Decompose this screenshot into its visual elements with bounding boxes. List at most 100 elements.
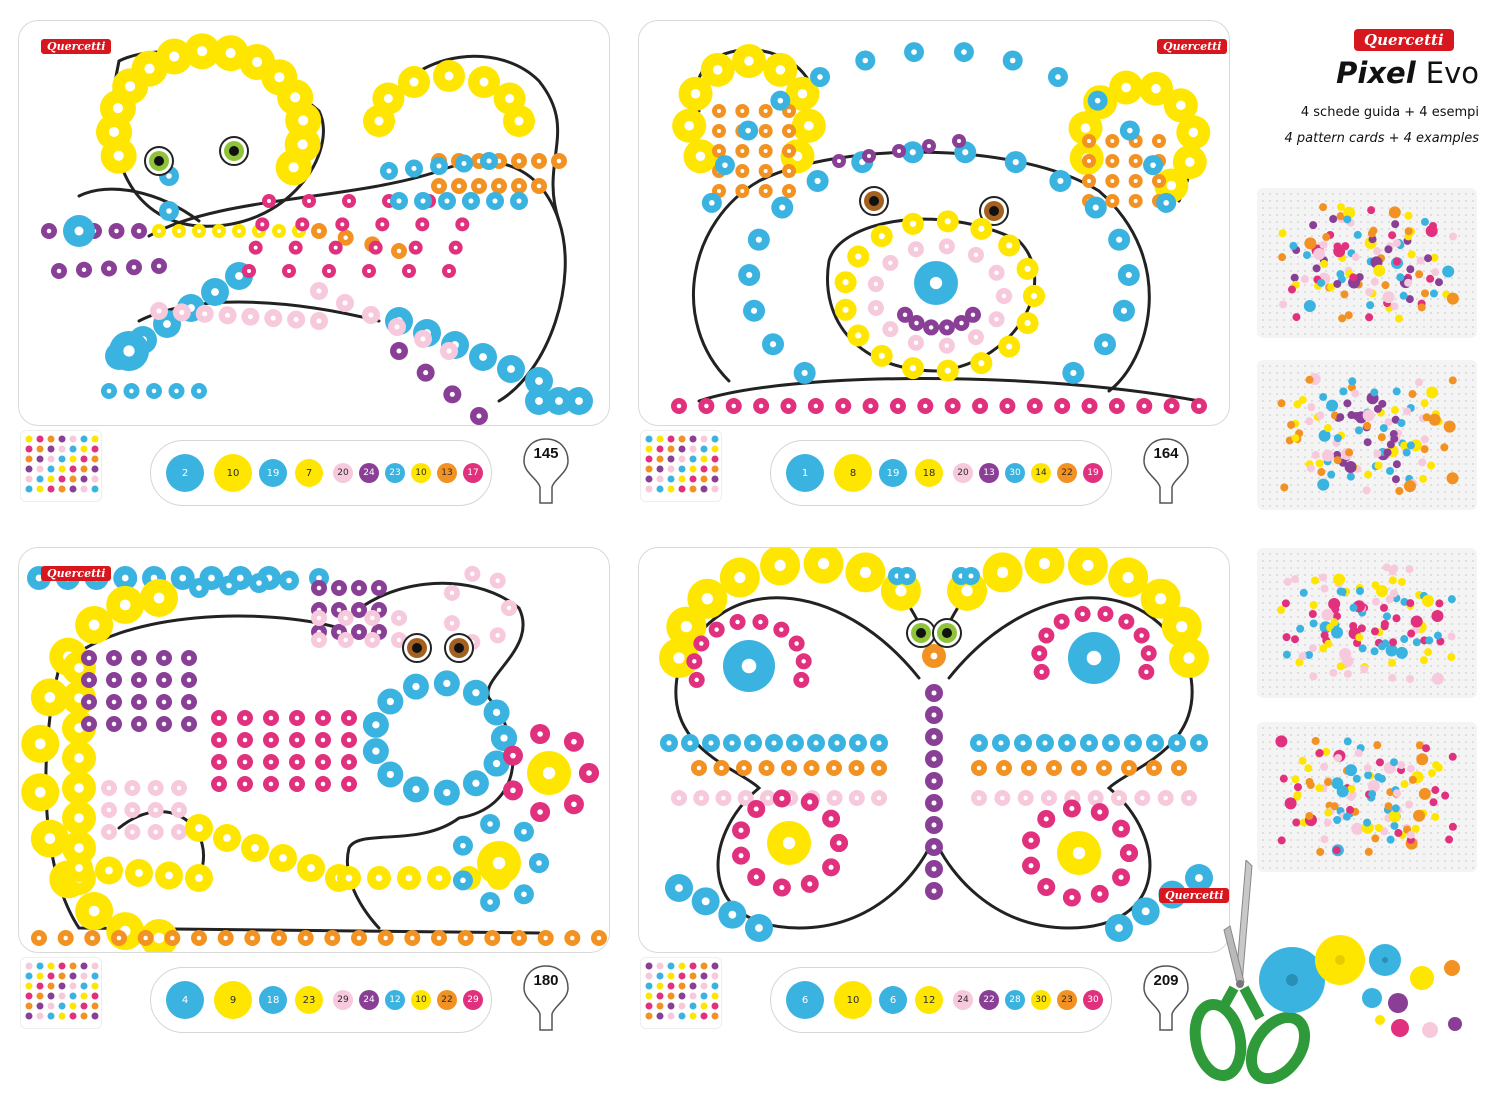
thumb-peg	[36, 435, 44, 443]
thumb-peg	[80, 475, 88, 483]
thumb-peg	[667, 992, 675, 1000]
peg-hole	[86, 721, 92, 727]
thumb-peg	[689, 962, 697, 970]
peg-hole	[687, 740, 693, 746]
peg-hole	[90, 935, 95, 941]
tray-peg-count: 23	[1057, 990, 1077, 1010]
thumb-peg	[711, 992, 719, 1000]
example-peg	[1319, 573, 1328, 582]
example-peg	[1406, 674, 1415, 683]
thumb-peg	[80, 992, 88, 1000]
peg-hole	[75, 864, 83, 872]
thumb-peg	[36, 962, 44, 970]
example-peg	[1283, 577, 1292, 586]
thumb-peg	[25, 962, 33, 970]
example-peg	[1344, 311, 1353, 320]
peg-hole	[343, 235, 348, 240]
tray-peg-count: 13	[979, 463, 999, 483]
peg-hole	[370, 615, 375, 621]
peg-hole	[782, 836, 796, 850]
peg-hole	[396, 348, 402, 354]
peg-hole	[196, 935, 202, 941]
example-peg	[1383, 448, 1392, 457]
thumb-peg	[36, 455, 44, 463]
peg-hole	[978, 225, 985, 232]
thumb-peg	[645, 1012, 653, 1020]
total-count-label: 209	[1153, 972, 1179, 989]
example-peg	[1354, 749, 1363, 758]
tray-peg-count: 24	[359, 990, 379, 1010]
thumb-peg	[91, 982, 99, 990]
example-peg	[1343, 215, 1352, 224]
example-peg	[1375, 758, 1384, 767]
peg-hole	[153, 807, 158, 813]
total-peg-count: 145	[520, 435, 572, 507]
peg-hole	[476, 183, 482, 189]
thumb-peg	[69, 485, 77, 493]
peg-hole	[1043, 816, 1049, 822]
peg-hole	[814, 177, 821, 185]
thumb-peg	[689, 1012, 697, 1020]
thumb-peg	[667, 475, 675, 483]
peg-hole	[293, 245, 298, 250]
peg-hole	[196, 585, 202, 591]
peg-hole	[130, 829, 135, 835]
peg-hole	[336, 629, 342, 635]
thumb-peg	[25, 475, 33, 483]
peg-hole	[242, 759, 248, 765]
peg-hole	[1169, 403, 1174, 409]
peg-hole	[294, 715, 300, 721]
thumb-peg	[711, 465, 719, 473]
color-tray-cat: 2 10 19 7 20 24 23 10 13 17	[150, 440, 492, 506]
tray-peg-count: 23	[295, 986, 323, 1014]
peg-hole	[294, 781, 300, 787]
example-peg	[1326, 399, 1339, 412]
example-peg	[1419, 474, 1428, 483]
peg-hole	[186, 699, 192, 705]
peg-hole	[763, 169, 768, 173]
thumb-peg	[678, 485, 686, 493]
example-peg	[1392, 460, 1401, 469]
example-peg	[1388, 810, 1401, 823]
thumb-peg	[47, 962, 55, 970]
peg-hole	[1120, 307, 1128, 314]
peg-hole	[376, 585, 382, 591]
example-peg	[1392, 257, 1401, 266]
example-peg	[1319, 240, 1328, 249]
peg-hole	[831, 765, 837, 771]
peg-hole	[1005, 403, 1010, 409]
peg-hole	[252, 57, 263, 68]
peg-hole	[1000, 795, 1005, 801]
peg-hole	[1037, 651, 1042, 656]
peg-hole	[461, 160, 467, 167]
example-peg	[1413, 809, 1426, 822]
peg-hole	[86, 677, 92, 683]
thumb-peg	[711, 485, 719, 493]
peg-hole	[449, 590, 455, 596]
peg-hole	[195, 824, 203, 832]
peg-hole	[994, 270, 999, 276]
thumb-peg	[69, 445, 77, 453]
peg-hole	[779, 885, 785, 891]
example-peg	[1334, 754, 1343, 763]
peg-hole	[928, 325, 934, 330]
thumb-peg	[700, 455, 708, 463]
peg-hole	[436, 163, 442, 169]
peg-hole	[346, 737, 352, 743]
peg-hole	[492, 759, 501, 768]
peg-hole	[1101, 341, 1109, 348]
example-peg	[1304, 237, 1317, 250]
tray-peg-count: 13	[437, 463, 457, 483]
peg-hole	[1059, 403, 1065, 409]
thumbnail-cat	[20, 430, 102, 502]
thumb-peg	[91, 445, 99, 453]
peg-hole	[288, 162, 299, 173]
peg-hole	[994, 316, 999, 322]
example-peg	[1407, 629, 1416, 638]
peg-hole	[535, 397, 543, 405]
thumb-peg	[711, 445, 719, 453]
peg-hole	[1087, 159, 1091, 163]
loose-pegs	[1259, 935, 1462, 1038]
peg-hole	[750, 740, 756, 746]
peg-hole	[758, 619, 763, 625]
